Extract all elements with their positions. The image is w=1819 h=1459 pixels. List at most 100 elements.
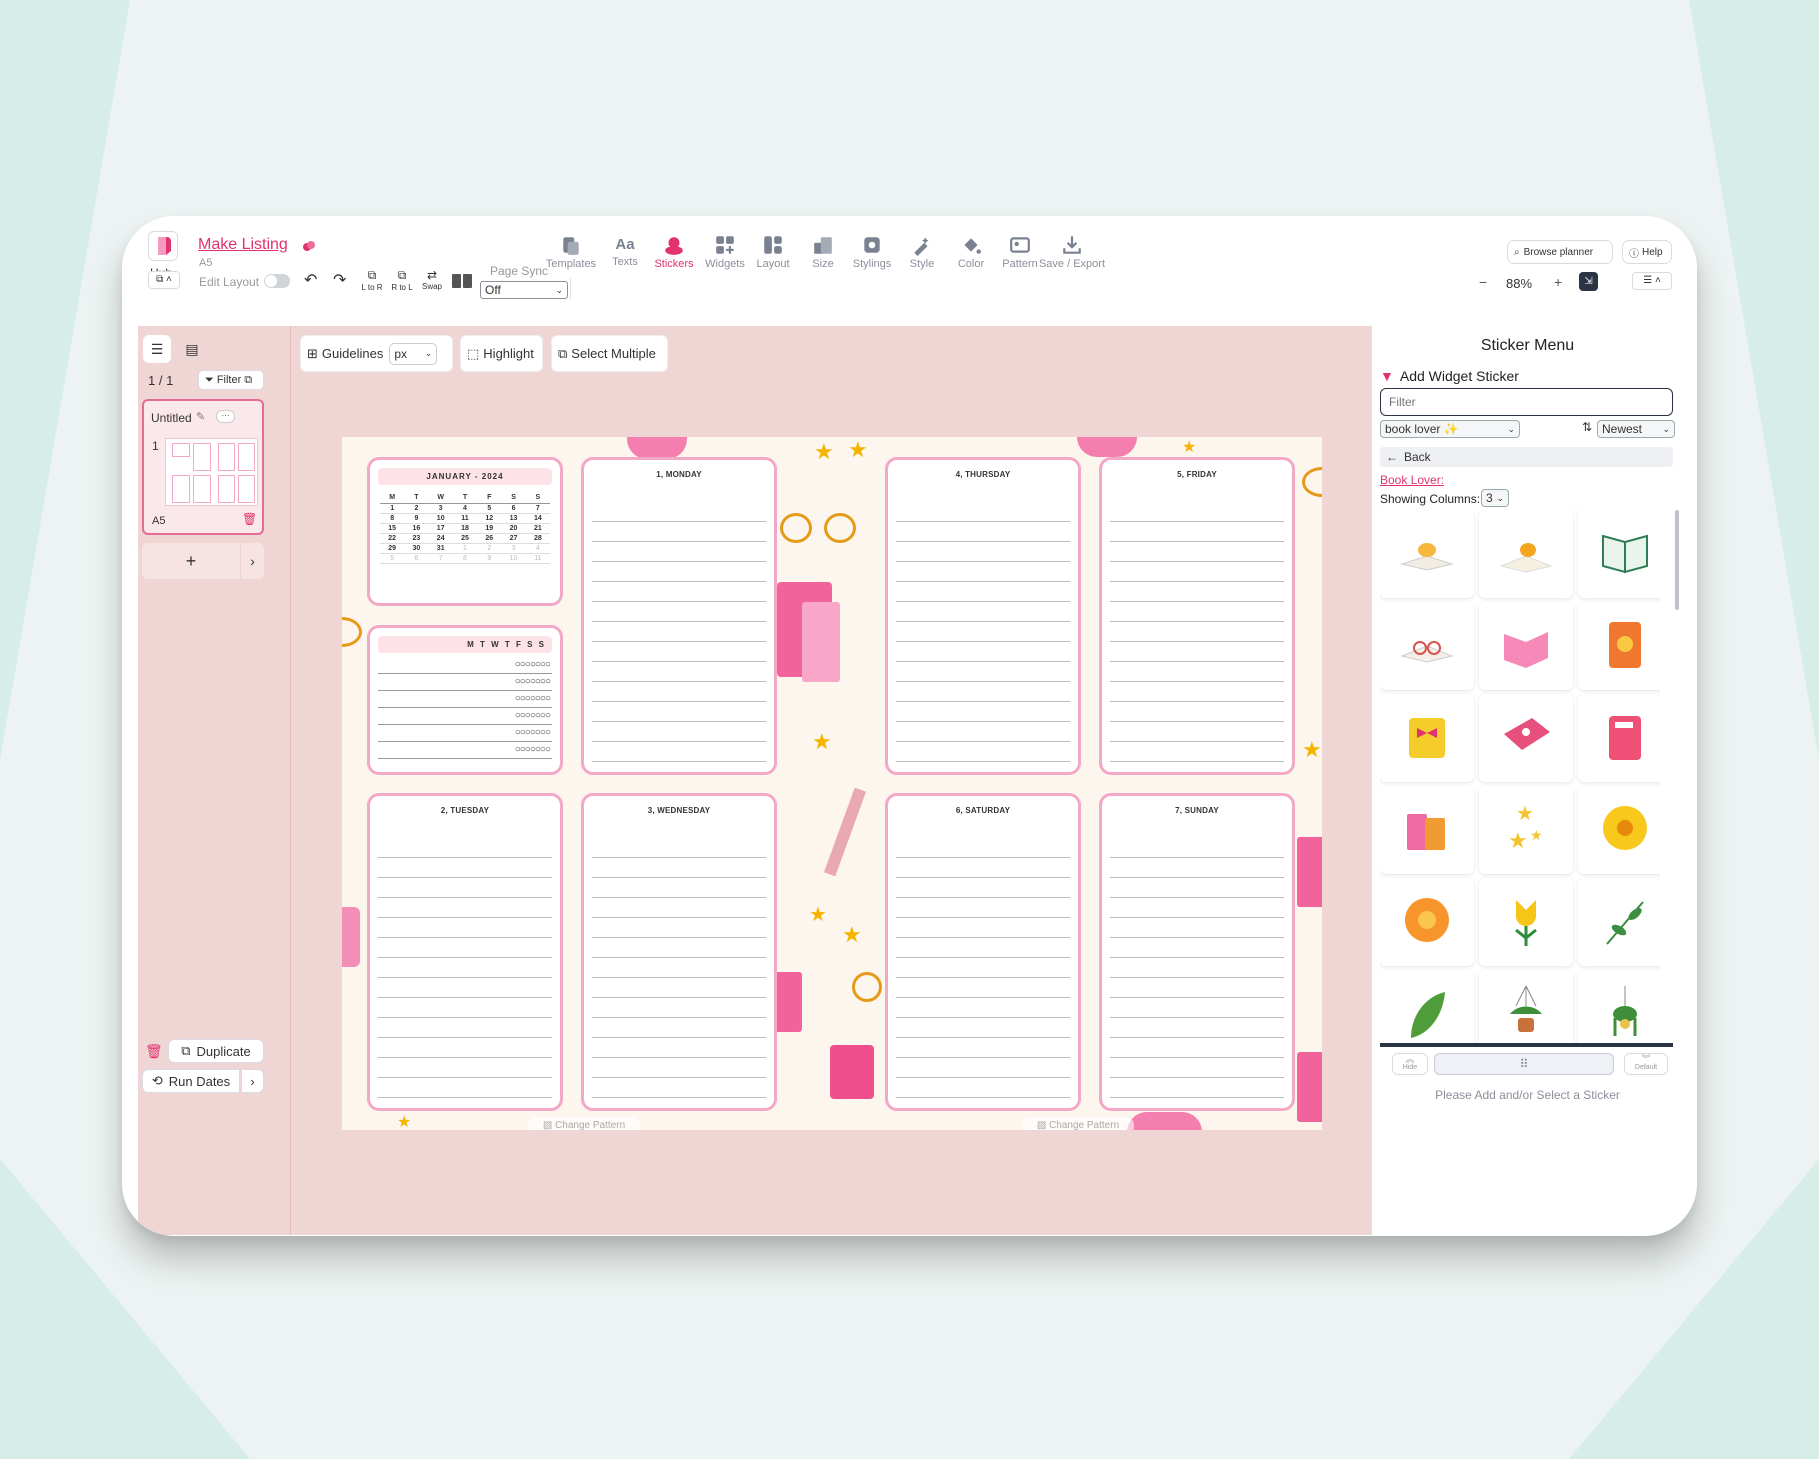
habit-row[interactable]: ○○○○○○○ xyxy=(378,708,552,725)
calendar-day[interactable]: 15 xyxy=(380,524,405,534)
hub-button[interactable] xyxy=(148,231,178,261)
calendar-day[interactable]: 10 xyxy=(501,554,526,564)
sticker-tile[interactable] xyxy=(1380,694,1474,782)
change-pattern-right-button[interactable]: ▧ Change Pattern xyxy=(1022,1117,1134,1130)
sticker-tile[interactable] xyxy=(1578,602,1660,690)
fit-screen-button[interactable]: ⇲ xyxy=(1579,272,1598,291)
calendar-day[interactable]: 3 xyxy=(428,504,453,514)
run-dates-button[interactable]: ⟲ Run Dates xyxy=(142,1069,240,1093)
sticker-tile[interactable] xyxy=(1578,970,1660,1043)
toolbar-texts-button[interactable]: Aa Texts xyxy=(597,234,653,268)
habit-row[interactable]: ○○○○○○○ xyxy=(378,691,552,708)
delete-page-icon[interactable]: 🗑 xyxy=(242,512,257,526)
grid-view-button[interactable]: ▤ xyxy=(178,335,206,363)
calendar-day[interactable]: 4 xyxy=(452,504,478,514)
expand-pages-button[interactable]: › xyxy=(241,543,264,579)
calendar-day[interactable]: 29 xyxy=(380,544,405,554)
calendar-day[interactable]: 19 xyxy=(477,524,502,534)
day-card-thursday[interactable]: 4, THURSDAY xyxy=(885,457,1081,775)
l-to-r-button[interactable]: ⧉ L to R xyxy=(359,268,385,292)
calendar-day[interactable]: 17 xyxy=(428,524,453,534)
run-dates-expand-button[interactable]: › xyxy=(241,1069,264,1093)
sticker-filter-input[interactable] xyxy=(1380,388,1673,416)
filter-button[interactable]: ⏷ Filter ⧉ xyxy=(198,370,264,390)
sticker-tile[interactable] xyxy=(1479,694,1573,782)
toolbar-templates-button[interactable]: Templates xyxy=(543,234,599,270)
duplicate-button[interactable]: ⧉ Duplicate xyxy=(168,1039,264,1063)
calendar-day[interactable]: 1 xyxy=(452,544,478,554)
toolbar-layout-button[interactable]: Layout xyxy=(745,234,801,270)
habit-row[interactable]: ○○○○○○○ xyxy=(378,657,552,674)
calendar-day[interactable]: 11 xyxy=(452,514,478,524)
day-card-tuesday[interactable]: 2, TUESDAY xyxy=(367,793,563,1111)
two-page-view-button[interactable] xyxy=(452,274,472,288)
calendar-day[interactable]: 9 xyxy=(404,514,429,524)
calendar-day[interactable]: 25 xyxy=(452,534,478,544)
calendar-day[interactable]: 21 xyxy=(525,524,550,534)
page-thumbnail[interactable] xyxy=(165,438,258,506)
toolbar-style-button[interactable]: Style xyxy=(894,234,950,270)
toolbar-color-button[interactable]: Color xyxy=(943,234,999,270)
sticker-category-select[interactable]: book lover ✨ ⌄ xyxy=(1380,420,1520,438)
calendar-day[interactable]: 31 xyxy=(428,544,453,554)
page-copy-dropdown[interactable]: ⧉ ˄ xyxy=(148,271,180,289)
sticker-tile[interactable] xyxy=(1578,694,1660,782)
calendar-day[interactable]: 13 xyxy=(501,514,526,524)
calendar-day[interactable]: 6 xyxy=(501,504,526,514)
sticker-tile[interactable] xyxy=(1380,602,1474,690)
calendar-day[interactable]: 28 xyxy=(525,534,550,544)
calendar-day[interactable]: 8 xyxy=(452,554,478,564)
calendar-day[interactable]: 1 xyxy=(380,504,405,514)
zoom-out-button[interactable]: − xyxy=(1479,274,1487,290)
toolbar-size-button[interactable]: Size xyxy=(795,234,851,270)
day-card-sunday[interactable]: 7, SUNDAY xyxy=(1099,793,1295,1111)
calendar-day[interactable]: 4 xyxy=(525,544,550,554)
calendar-day[interactable]: 10 xyxy=(428,514,453,524)
sticker-tile[interactable] xyxy=(1380,878,1474,966)
calendar-day[interactable]: 7 xyxy=(428,554,453,564)
day-card-monday[interactable]: 1, MONDAY xyxy=(581,457,777,775)
add-page-button[interactable]: + xyxy=(142,543,240,579)
calendar-day[interactable]: 6 xyxy=(404,554,429,564)
collection-title[interactable]: Book Lover: xyxy=(1380,473,1444,487)
sticker-tile[interactable] xyxy=(1479,602,1573,690)
project-title[interactable]: Make Listing xyxy=(198,236,288,254)
calendar-day[interactable]: 12 xyxy=(477,514,502,524)
calendar-day[interactable]: 30 xyxy=(404,544,429,554)
back-button[interactable]: ← Back xyxy=(1380,447,1673,467)
select-multiple-button[interactable]: ⧉ Select Multiple xyxy=(551,335,668,372)
browse-planner-button[interactable]: ⌕ Browse planner xyxy=(1507,240,1613,264)
day-card-wednesday[interactable]: 3, WEDNESDAY xyxy=(581,793,777,1111)
calendar-day[interactable]: 26 xyxy=(477,534,502,544)
add-widget-sticker-toggle[interactable]: ▼ Add Widget Sticker xyxy=(1380,368,1519,384)
toolbar-stylings-button[interactable]: Stylings xyxy=(844,234,900,270)
sticker-tile[interactable] xyxy=(1479,878,1573,966)
list-view-button[interactable]: ☰ xyxy=(143,335,171,363)
undo-button[interactable]: ↶ xyxy=(304,270,317,290)
calendar-day[interactable]: 22 xyxy=(380,534,405,544)
habit-row[interactable]: ○○○○○○○ xyxy=(378,674,552,691)
sticker-tile[interactable] xyxy=(1578,510,1660,598)
calendar-card[interactable]: JANUARY - 2024 M T W T F S S 1 2 3 4 5 6 7 8 9 10 11 12 13 1… xyxy=(367,457,563,606)
habit-row[interactable]: ○○○○○○○ xyxy=(378,742,552,759)
default-button[interactable]: ︾ Default xyxy=(1624,1053,1668,1075)
toolbar-stickers-button[interactable]: Stickers xyxy=(646,234,702,270)
calendar-day[interactable]: 11 xyxy=(525,554,550,564)
columns-select[interactable]: 3 ⌄ xyxy=(1481,489,1509,507)
habit-row[interactable]: ○○○○○○○ xyxy=(378,725,552,742)
highlight-button[interactable]: ⬚ Highlight xyxy=(460,335,543,372)
sticker-tile[interactable] xyxy=(1380,970,1474,1043)
page-sync-select[interactable]: Off ⌄ xyxy=(480,281,568,299)
sort-select[interactable]: Newest ⌄ xyxy=(1597,420,1675,438)
calendar-day[interactable]: 2 xyxy=(477,544,502,554)
sticker-tile[interactable] xyxy=(1479,970,1573,1043)
settings-dropdown[interactable]: ☰ ˄ xyxy=(1632,272,1672,290)
r-to-l-button[interactable]: ⧉ R to L xyxy=(389,268,415,292)
edit-title-icon[interactable] xyxy=(302,239,316,253)
calendar-day[interactable]: 27 xyxy=(501,534,526,544)
sticker-grid-scrollbar[interactable] xyxy=(1675,510,1679,610)
calendar-day[interactable]: 8 xyxy=(380,514,405,524)
calendar-day[interactable]: 16 xyxy=(404,524,429,534)
calendar-day[interactable]: 20 xyxy=(501,524,526,534)
calendar-day[interactable]: 18 xyxy=(452,524,478,534)
